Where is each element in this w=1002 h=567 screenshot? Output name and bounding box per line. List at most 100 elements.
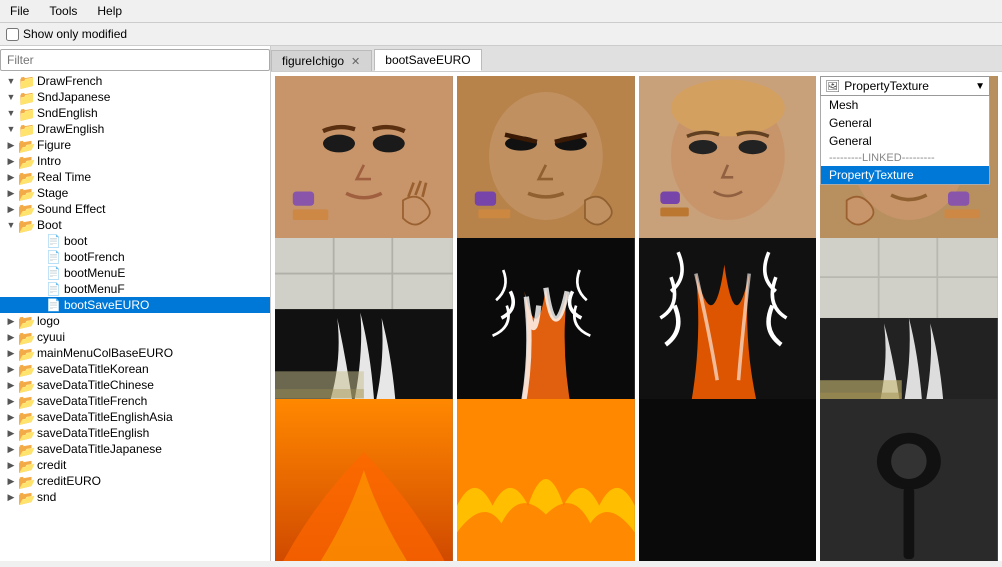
texture-cell-6[interactable]: [457, 238, 635, 416]
main-layout: ▼ 📁 DrawFrench ▼ 📁 SndJapanese ▼ 📁 SndEn…: [0, 46, 1002, 561]
show-only-modified-text: Show only modified: [23, 27, 127, 41]
sidebar-item-bootFrench[interactable]: 📄 bootFrench: [0, 249, 270, 265]
sidebar-item-label: SndEnglish: [37, 106, 98, 120]
folder-icon: 📂: [18, 186, 34, 200]
folder-icon: 📂: [18, 154, 34, 168]
folder-icon: 📂: [18, 138, 34, 152]
dropdown-texture-icon: 🖼: [825, 79, 840, 93]
sidebar-item-label: bootSaveEURO: [64, 298, 149, 312]
sidebar-item-label: saveDataTitleEnglish: [37, 426, 149, 440]
filter-input[interactable]: [0, 49, 270, 71]
tab-close-icon[interactable]: ✕: [350, 55, 361, 68]
sidebar-item-label: boot: [64, 234, 87, 248]
sidebar-item-label: saveDataTitleJapanese: [37, 442, 162, 456]
texture-cell-11[interactable]: [639, 399, 817, 561]
dropdown-option-General2[interactable]: General: [821, 132, 989, 150]
file-icon: 📄: [46, 250, 61, 264]
dropdown-option-General1[interactable]: General: [821, 114, 989, 132]
show-only-modified-checkbox[interactable]: [6, 28, 19, 41]
folder-icon: 📂: [18, 202, 34, 216]
menu-help[interactable]: Help: [91, 2, 128, 20]
folder-icon: 📁: [18, 90, 34, 104]
folder-icon: 📂: [18, 330, 34, 344]
menu-file[interactable]: File: [4, 2, 35, 20]
sidebar-item-Boot[interactable]: ▼ 📂 Boot: [0, 217, 270, 233]
file-icon: 📄: [46, 298, 61, 312]
sidebar-item-snd[interactable]: ▶ 📂 snd: [0, 489, 270, 505]
folder-icon: 📂: [18, 346, 34, 360]
sidebar-item-mainMenuColBaseEURO[interactable]: ▶ 📂 mainMenuColBaseEURO: [0, 345, 270, 361]
sidebar-item-label: Boot: [37, 218, 62, 232]
sidebar-item-Intro[interactable]: ▶ 📂 Intro: [0, 153, 270, 169]
folder-icon: 📂: [18, 458, 34, 472]
sidebar-item-saveDataTitleEnglishAsia[interactable]: ▶ 📂 saveDataTitleEnglishAsia: [0, 409, 270, 425]
sidebar-item-Figure[interactable]: ▶ 📂 Figure: [0, 137, 270, 153]
sidebar-item-label: Intro: [37, 154, 61, 168]
sidebar-item-label: Real Time: [37, 170, 91, 184]
sidebar-item-label: bootMenuE: [64, 266, 125, 280]
sidebar-item-bootSaveEURO[interactable]: 📄 bootSaveEURO: [0, 297, 270, 313]
file-icon: 📄: [46, 234, 61, 248]
property-texture-dropdown[interactable]: 🖼 PropertyTexture ▼: [820, 76, 990, 96]
texture-cell-5[interactable]: [275, 238, 453, 416]
sidebar-item-saveDataTitleJapanese[interactable]: ▶ 📂 saveDataTitleJapanese: [0, 441, 270, 457]
sidebar-item-SndEnglish[interactable]: ▼ 📁 SndEnglish: [0, 105, 270, 121]
sidebar-item-saveDataTitleChinese[interactable]: ▶ 📂 saveDataTitleChinese: [0, 377, 270, 393]
sidebar-item-DrawEnglish[interactable]: ▼ 📁 DrawEnglish: [0, 121, 270, 137]
sidebar-item-label: creditEURO: [37, 474, 101, 488]
expand-icon: ▶: [4, 188, 18, 199]
dropdown-option-Mesh[interactable]: Mesh: [821, 96, 989, 114]
tab-bootSaveEURO[interactable]: bootSaveEURO: [374, 49, 481, 71]
texture-cell-1[interactable]: [275, 76, 453, 254]
sidebar-item-label: logo: [37, 314, 60, 328]
folder-icon: 📂: [18, 474, 34, 488]
texture-cell-8[interactable]: [820, 238, 998, 416]
expand-icon: ▶: [4, 380, 18, 391]
sidebar-item-boot[interactable]: 📄 boot: [0, 233, 270, 249]
texture-cell-9[interactable]: [275, 399, 453, 561]
sidebar-item-label: saveDataTitleKorean: [37, 362, 149, 376]
sidebar-item-bootMenuE[interactable]: 📄 bootMenuE: [0, 265, 270, 281]
folder-icon: 📁: [18, 122, 34, 136]
dropdown-option-PropertyTexture[interactable]: PropertyTexture: [821, 166, 989, 184]
sidebar-item-saveDataTitleEnglish[interactable]: ▶ 📂 saveDataTitleEnglish: [0, 425, 270, 441]
sidebar-item-label: saveDataTitleChinese: [37, 378, 154, 392]
sidebar-item-bootMenuF[interactable]: 📄 bootMenuF: [0, 281, 270, 297]
sidebar-item-Stage[interactable]: ▶ 📂 Stage: [0, 185, 270, 201]
sidebar-item-label: Figure: [37, 138, 71, 152]
texture-cell-10[interactable]: [457, 399, 635, 561]
texture-cell-12[interactable]: [820, 399, 998, 561]
sidebar-item-label: credit: [37, 458, 66, 472]
sidebar-item-creditEURO[interactable]: ▶ 📂 creditEURO: [0, 473, 270, 489]
folder-icon: 📂: [18, 362, 34, 376]
sidebar-item-DrawFrench[interactable]: ▼ 📁 DrawFrench: [0, 73, 270, 89]
sidebar-item-credit[interactable]: ▶ 📂 credit: [0, 457, 270, 473]
folder-icon: 📁: [18, 106, 34, 120]
sidebar-item-label: DrawFrench: [37, 74, 102, 88]
sidebar-item-label: mainMenuColBaseEURO: [37, 346, 173, 360]
sidebar-item-cyuui[interactable]: ▶ 📂 cyuui: [0, 329, 270, 345]
sidebar-item-label: Sound Effect: [37, 202, 106, 216]
sidebar-item-SoundEffect[interactable]: ▶ 📂 Sound Effect: [0, 201, 270, 217]
tab-figureIchigo[interactable]: figureIchigo ✕: [271, 50, 372, 71]
show-only-modified-label[interactable]: Show only modified: [6, 27, 127, 41]
sidebar-item-logo[interactable]: ▶ 📂 logo: [0, 313, 270, 329]
sidebar-item-label: snd: [37, 490, 56, 504]
expand-icon: ▶: [4, 332, 18, 343]
expand-icon: ▶: [4, 348, 18, 359]
expand-icon: ▶: [4, 204, 18, 215]
sidebar-item-saveDataTitleFrench[interactable]: ▶ 📂 saveDataTitleFrench: [0, 393, 270, 409]
folder-icon: 📂: [18, 218, 34, 232]
texture-cell-7[interactable]: [639, 238, 817, 416]
texture-cell-3[interactable]: [639, 76, 817, 254]
folder-icon: 📂: [18, 314, 34, 328]
sidebar-item-saveDataTitleKorean[interactable]: ▶ 📂 saveDataTitleKorean: [0, 361, 270, 377]
folder-icon: 📂: [18, 394, 34, 408]
expand-icon: ▶: [4, 172, 18, 183]
sidebar-item-label: Stage: [37, 186, 68, 200]
menu-tools[interactable]: Tools: [43, 2, 83, 20]
sidebar-item-RealTime[interactable]: ▶ 📂 Real Time: [0, 169, 270, 185]
sidebar-item-SndJapanese[interactable]: ▼ 📁 SndJapanese: [0, 89, 270, 105]
texture-cell-2[interactable]: [457, 76, 635, 254]
dropdown-arrow-icon: ▼: [975, 81, 985, 92]
